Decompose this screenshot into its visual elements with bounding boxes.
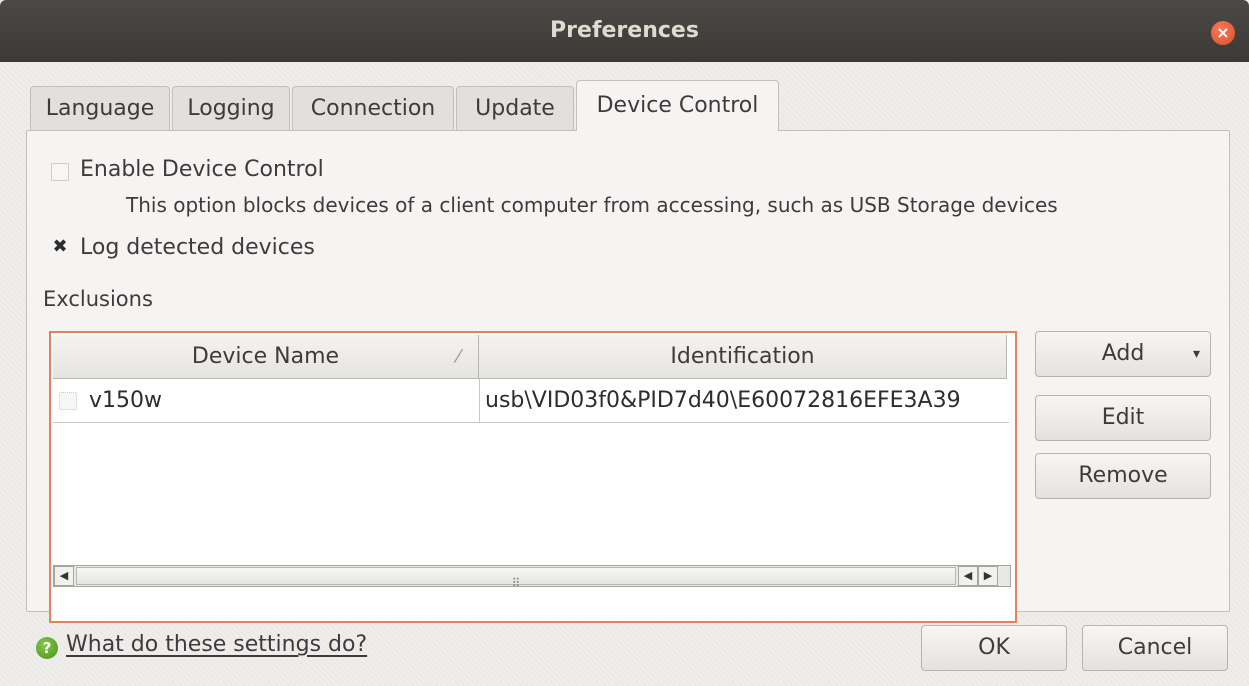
enable-device-control-label: Enable Device Control	[80, 157, 324, 182]
tab-label: Update	[475, 96, 555, 121]
exclusions-table[interactable]: Device Name ⁄ Identification v150w usb\V…	[49, 331, 1017, 623]
help-icon: ?	[36, 637, 58, 659]
enable-device-control-description: This option blocks devices of a client c…	[126, 193, 1058, 217]
enable-device-control-checkbox[interactable]	[51, 163, 69, 181]
column-header-identification[interactable]: Identification	[479, 335, 1007, 379]
scroll-thumb[interactable]: ⠿	[76, 567, 956, 590]
arrow-left-icon: ◀	[963, 569, 973, 582]
tab-label: Language	[45, 96, 155, 121]
tab-language[interactable]: Language	[30, 86, 170, 130]
cell-identification: usb\VID03f0&PID7d40\E60072816EFE3A39	[485, 388, 961, 413]
tab-label: Device Control	[596, 93, 759, 118]
tab-device-control[interactable]: Device Control	[576, 80, 779, 131]
ok-button[interactable]: OK	[921, 625, 1067, 671]
check-icon: ✖	[52, 236, 68, 257]
edit-button-label: Edit	[1101, 405, 1145, 430]
column-header-label: Device Name	[191, 344, 340, 369]
close-icon: ×	[1216, 23, 1230, 42]
log-detected-devices-checkbox[interactable]: ✖	[51, 236, 69, 257]
tab-update[interactable]: Update	[456, 86, 574, 130]
arrow-left-icon: ◀	[59, 569, 69, 582]
tab-label: Connection	[310, 96, 436, 121]
column-divider	[479, 379, 480, 423]
scroll-left-button[interactable]: ◀	[54, 566, 74, 586]
tab-logging[interactable]: Logging	[172, 86, 290, 130]
horizontal-scrollbar[interactable]: ◀ ⠿ ◀ ▶	[53, 565, 1011, 590]
close-button[interactable]: ×	[1211, 21, 1235, 45]
grip-icon: ⠿	[511, 576, 521, 590]
cell-device-name: v150w	[89, 388, 163, 413]
window-title: Preferences	[550, 18, 699, 43]
edit-button[interactable]: Edit	[1035, 395, 1211, 441]
scroll-left-button-secondary[interactable]: ◀	[958, 566, 978, 586]
column-header-label: Identification	[670, 344, 815, 369]
row-checkbox[interactable]	[59, 392, 77, 410]
tab-label: Logging	[187, 96, 275, 121]
arrow-right-icon: ▶	[983, 569, 993, 582]
device-control-panel: Enable Device Control This option blocks…	[26, 130, 1230, 623]
tab-connection[interactable]: Connection	[292, 86, 454, 130]
cancel-button[interactable]: Cancel	[1082, 625, 1228, 671]
help-link[interactable]: What do these settings do?	[66, 632, 367, 657]
add-button-label: Add	[1101, 341, 1145, 366]
sort-indicator-icon: ⁄	[456, 346, 460, 367]
log-detected-devices-label: Log detected devices	[80, 235, 315, 260]
exclusions-label: Exclusions	[43, 287, 153, 311]
column-header-device-name[interactable]: Device Name ⁄	[53, 335, 479, 379]
chevron-down-icon: ▾	[1192, 346, 1200, 362]
ok-button-label: OK	[978, 635, 1010, 660]
remove-button[interactable]: Remove	[1035, 453, 1211, 499]
remove-button-label: Remove	[1078, 463, 1168, 488]
scroll-right-button[interactable]: ▶	[978, 566, 998, 586]
title-bar: Preferences ×	[0, 0, 1249, 62]
add-button[interactable]: Add ▾	[1035, 331, 1211, 377]
help-icon-glyph: ?	[42, 639, 52, 657]
cancel-button-label: Cancel	[1117, 635, 1193, 660]
